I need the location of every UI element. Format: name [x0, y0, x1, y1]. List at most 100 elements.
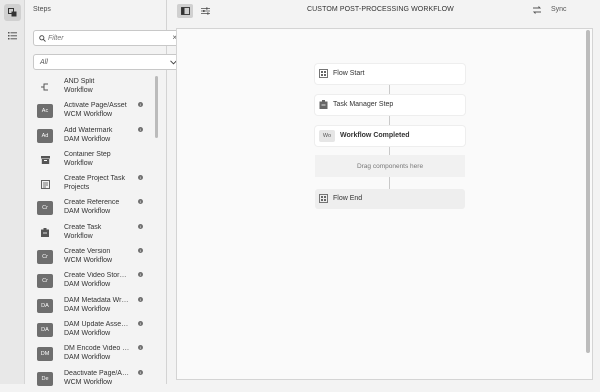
info-icon[interactable]: i: [138, 199, 143, 205]
step-badge: De: [37, 371, 53, 386]
info-icon[interactable]: i: [138, 126, 143, 132]
step-name: AND Split: [64, 78, 95, 85]
steps-scrollbar[interactable]: [155, 76, 158, 138]
workflow-node-task-manager-step[interactable]: Task Manager Step: [315, 95, 465, 115]
step-badge: Cr: [37, 274, 53, 289]
info-icon[interactable]: i: [138, 102, 143, 108]
workflow-canvas: Flow Start Task Manager Step Wo Workflow…: [176, 28, 593, 380]
step-badge: DA: [37, 298, 53, 313]
step-badge: Cr: [37, 250, 53, 265]
category-select[interactable]: All: [33, 54, 184, 70]
list-item[interactable]: Create Project Task Projects i: [25, 173, 155, 197]
list-item[interactable]: DA DAM Metadata Wr… DAM Workflow i: [25, 295, 155, 319]
task-icon: [319, 100, 328, 109]
step-badge: Cr: [37, 201, 53, 216]
step-name: Create Reference: [64, 199, 120, 207]
node-badge: Wo: [319, 130, 335, 142]
search-icon: [39, 35, 46, 42]
node-label: Workflow Completed: [340, 132, 410, 139]
top-bar: CUSTOM POST-PROCESSING WORKFLOW Sync: [167, 0, 600, 26]
step-name: DAM Metadata Wr…: [64, 296, 129, 304]
flow-start-icon: [319, 69, 328, 78]
list-item[interactable]: DA DAM Update Asse… DAM Workflow i: [25, 319, 155, 343]
info-icon[interactable]: i: [138, 296, 143, 302]
steps-panel: Steps Filter × All AND Split Workflow Ac…: [25, 0, 184, 386]
flow-end-icon: [319, 194, 328, 203]
step-category: Workflow: [64, 232, 93, 240]
connector: [389, 84, 390, 95]
filter-placeholder: Filter: [48, 35, 64, 42]
info-icon[interactable]: i: [138, 248, 143, 254]
workflow-node-flow-end[interactable]: Flow End: [315, 189, 465, 209]
info-icon[interactable]: i: [138, 175, 143, 181]
info-icon[interactable]: i: [138, 320, 143, 326]
step-category: DAM Workflow: [64, 329, 111, 337]
list-item[interactable]: Cr Create Reference DAM Workflow i: [25, 197, 155, 221]
node-label: Flow End: [333, 195, 363, 202]
step-name: Deactivate Page/A…: [64, 369, 129, 377]
step-name: Create Version: [64, 248, 111, 256]
filter-input[interactable]: Filter ×: [33, 30, 184, 46]
list-item[interactable]: AND Split Workflow: [25, 76, 155, 100]
sliders-icon: [200, 7, 210, 15]
project-task-icon: [37, 177, 53, 191]
step-name: Container Step: [64, 150, 111, 158]
panel-title: Steps: [33, 6, 51, 13]
toggle-side-panel-button[interactable]: [177, 4, 193, 18]
step-category: DAM Workflow: [64, 281, 111, 289]
step-category: DAM Workflow: [64, 305, 111, 313]
step-category: DAM Workflow: [64, 135, 111, 143]
info-icon[interactable]: i: [138, 223, 143, 229]
step-name: DM Encode Video …: [64, 345, 130, 353]
step-name: Activate Page/Asset: [64, 102, 127, 110]
step-category: DAM Workflow: [64, 208, 111, 216]
step-name: Create Task: [64, 223, 102, 231]
step-name: Create Video Stor…: [64, 272, 127, 280]
page-properties-button[interactable]: [197, 4, 213, 18]
task-icon: [37, 226, 53, 240]
canvas-scrollbar[interactable]: [586, 30, 590, 353]
step-category: Projects: [64, 184, 90, 192]
step-category: DAM Workflow: [64, 354, 111, 362]
step-badge: DA: [37, 322, 53, 337]
list-item[interactable]: Ad Add Watermark DAM Workflow i: [25, 125, 155, 149]
node-label: Flow Start: [333, 70, 365, 77]
list-item[interactable]: Create Task Workflow i: [25, 222, 155, 246]
step-name: Create Project Task: [64, 175, 125, 183]
connector: [389, 177, 390, 189]
and-split-icon: [37, 80, 53, 94]
drop-zone[interactable]: Drag components here: [315, 155, 465, 177]
sync-icon[interactable]: [532, 6, 542, 14]
list-icon[interactable]: [4, 27, 21, 44]
list-item[interactable]: Cr Create Video Stor… DAM Workflow i: [25, 270, 155, 294]
step-badge: DM: [37, 347, 53, 362]
list-item[interactable]: Cr Create Version WCM Workflow i: [25, 246, 155, 270]
connector: [389, 115, 390, 126]
info-icon[interactable]: i: [138, 345, 143, 351]
node-label: Task Manager Step: [333, 101, 394, 108]
step-category: WCM Workflow: [64, 378, 113, 386]
step-badge: Ac: [37, 104, 53, 119]
connector: [389, 146, 390, 155]
step-category: Workflow: [64, 159, 93, 167]
list-item[interactable]: DM DM Encode Video … DAM Workflow i: [25, 343, 155, 367]
step-category: WCM Workflow: [64, 111, 113, 119]
info-icon[interactable]: i: [138, 369, 143, 375]
side-panel-icon: [180, 7, 190, 15]
step-name: Add Watermark: [64, 126, 113, 134]
left-rail: [0, 0, 25, 384]
list-item[interactable]: De Deactivate Page/A… WCM Workflow i: [25, 368, 155, 392]
info-icon[interactable]: i: [138, 272, 143, 278]
list-item[interactable]: Container Step Workflow: [25, 149, 155, 173]
step-name: DAM Update Asse…: [64, 320, 129, 328]
steps-list: AND Split Workflow Ac Activate Page/Asse…: [25, 76, 155, 392]
workflow-node-workflow-completed[interactable]: Wo Workflow Completed: [315, 126, 465, 146]
step-badge: Ad: [37, 128, 53, 143]
list-item[interactable]: Ac Activate Page/Asset WCM Workflow i: [25, 100, 155, 124]
sync-button[interactable]: Sync: [551, 6, 567, 13]
category-select-value: All: [40, 59, 48, 66]
workflow-node-flow-start[interactable]: Flow Start: [315, 64, 465, 84]
step-category: WCM Workflow: [64, 257, 113, 265]
step-category: Workflow: [64, 87, 93, 94]
workflow-icon[interactable]: [4, 4, 21, 21]
